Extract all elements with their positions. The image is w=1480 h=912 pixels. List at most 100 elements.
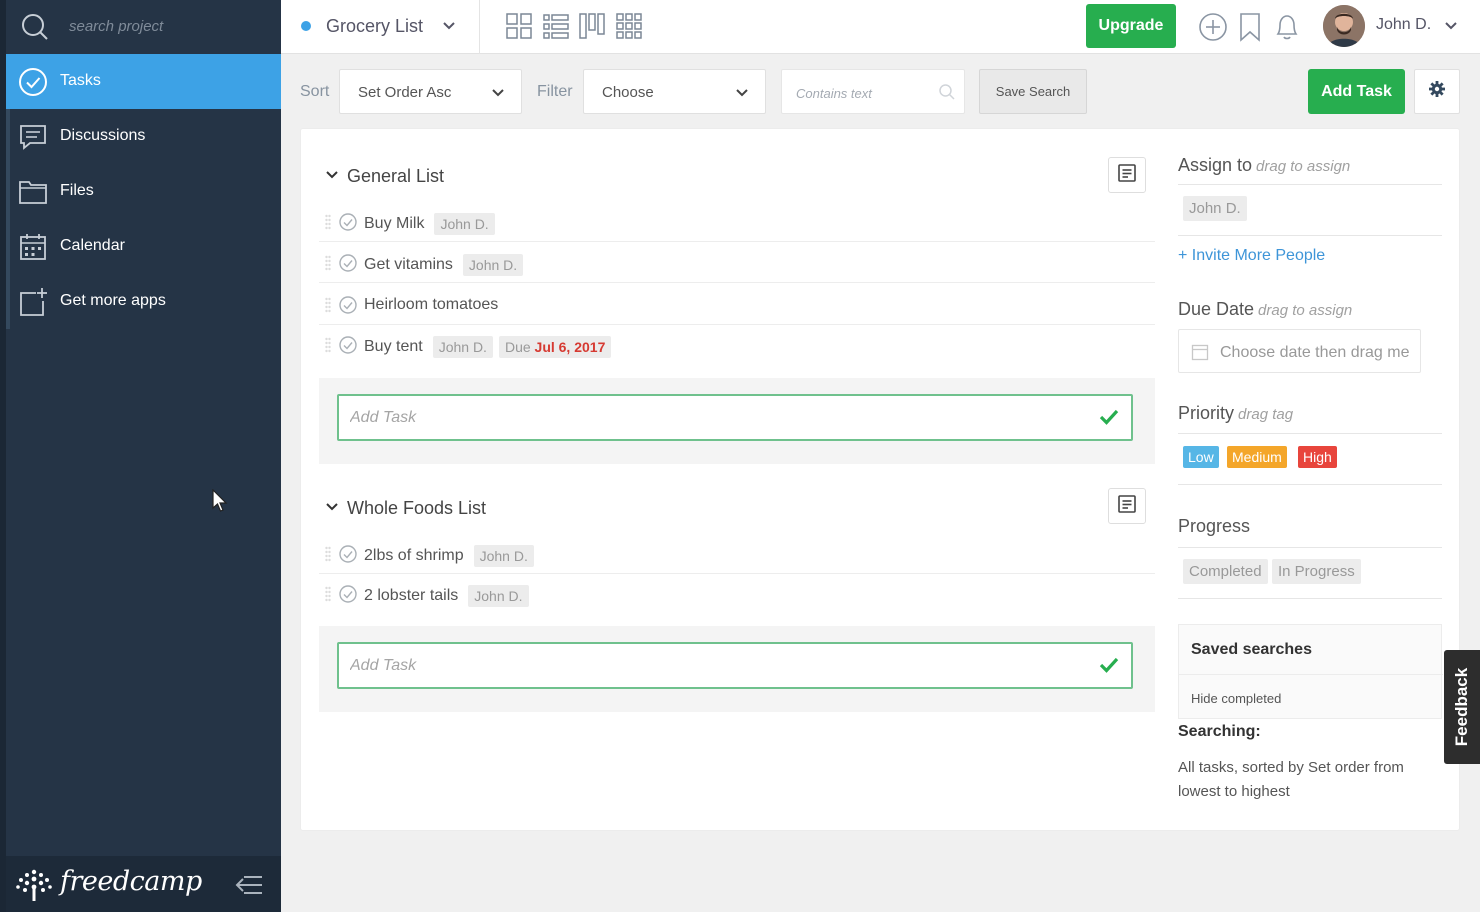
upgrade-button[interactable]: Upgrade xyxy=(1086,4,1176,48)
chevron-down-icon xyxy=(735,86,749,104)
date-picker[interactable]: Choose date then drag me xyxy=(1178,329,1421,373)
list-menu-icon xyxy=(1117,163,1137,188)
task-name[interactable]: Heirloom tomatoes xyxy=(364,296,498,314)
invite-more-people-link[interactable]: + Invite More People xyxy=(1178,247,1325,265)
columns-view-icon[interactable] xyxy=(578,12,606,45)
filter-value: Choose xyxy=(602,84,654,101)
list-header-general[interactable]: General List xyxy=(325,166,444,187)
task-row[interactable]: Buy Milk John D. xyxy=(319,201,1155,242)
task-complete-checkbox[interactable] xyxy=(339,296,357,319)
task-complete-checkbox[interactable] xyxy=(339,254,357,277)
progress-tag-completed[interactable]: Completed xyxy=(1183,559,1268,584)
feedback-tab[interactable]: Feedback xyxy=(1444,650,1480,764)
list-menu-button[interactable] xyxy=(1108,157,1146,193)
assignee-tag[interactable]: John D. xyxy=(468,585,529,607)
task-name[interactable]: Get vitamins xyxy=(364,256,453,274)
draggable-assignee-tag[interactable]: John D. xyxy=(1183,196,1247,221)
task-complete-checkbox[interactable] xyxy=(339,545,357,568)
search-icon xyxy=(20,12,50,47)
add-task-field[interactable] xyxy=(337,394,1133,441)
project-title[interactable]: Grocery List xyxy=(326,16,423,37)
chevron-down-icon[interactable] xyxy=(325,498,339,519)
drag-handle-icon[interactable] xyxy=(325,214,331,235)
divider xyxy=(1178,484,1442,485)
task-name[interactable]: 2lbs of shrimp xyxy=(364,547,464,565)
assignee-tag[interactable]: John D. xyxy=(432,336,493,358)
due-date-heading: Due Date drag to assign xyxy=(1178,299,1352,320)
save-search-button[interactable]: Save Search xyxy=(979,69,1087,114)
priority-title: Priority xyxy=(1178,403,1235,423)
sidebar-item-get-more-apps[interactable]: Get more apps xyxy=(6,274,281,329)
priority-tag-high[interactable]: High xyxy=(1298,446,1337,468)
sort-label: Sort xyxy=(300,83,330,100)
priority-tag-low[interactable]: Low xyxy=(1183,446,1219,468)
due-title: Due Date xyxy=(1178,299,1255,319)
sidebar-item-calendar[interactable]: Calendar xyxy=(6,219,281,274)
add-task-input[interactable] xyxy=(350,656,1050,676)
assignee-tag[interactable]: John D. xyxy=(434,213,495,235)
add-task-input[interactable] xyxy=(350,408,1050,428)
chevron-down-icon[interactable] xyxy=(325,166,339,187)
task-lists-card: General List Buy Milk John D. Get vitamin… xyxy=(300,128,1460,831)
filter-select[interactable]: Choose xyxy=(583,69,766,114)
sort-select[interactable]: Set Order Asc xyxy=(339,69,522,114)
sidebar-item-discussions[interactable]: Discussions xyxy=(6,109,281,164)
checkmark-icon[interactable] xyxy=(1099,656,1119,679)
sidebar-item-label: Files xyxy=(60,182,94,199)
add-task-button[interactable]: Add Task xyxy=(1308,69,1405,114)
board-view-icon[interactable] xyxy=(505,12,533,45)
divider xyxy=(1178,433,1442,434)
searching-description: All tasks, sorted by Set order from lowe… xyxy=(1178,759,1404,800)
collapse-sidebar-icon[interactable] xyxy=(234,874,264,901)
task-row[interactable]: 2lbs of shrimp John D. xyxy=(319,533,1155,574)
list-header-whole-foods[interactable]: Whole Foods List xyxy=(325,498,486,519)
user-name[interactable]: John D. xyxy=(1376,16,1431,34)
drag-handle-icon[interactable] xyxy=(325,546,331,567)
bell-icon[interactable] xyxy=(1273,12,1301,47)
assignee-tag[interactable]: John D. xyxy=(473,545,534,567)
task-complete-checkbox[interactable] xyxy=(339,336,357,359)
calendar-icon xyxy=(1191,343,1209,366)
chat-icon xyxy=(18,122,48,152)
drag-handle-icon[interactable] xyxy=(325,337,331,358)
due-date-tag[interactable]: Due Jul 6, 2017 xyxy=(498,336,612,358)
add-task-field[interactable] xyxy=(337,642,1133,689)
add-task-area xyxy=(319,378,1155,464)
assignee-tag[interactable]: John D. xyxy=(462,254,524,276)
drag-handle-icon[interactable] xyxy=(325,255,331,276)
sidebar-item-label: Calendar xyxy=(60,237,125,254)
priority-tag-medium[interactable]: Medium xyxy=(1227,446,1287,468)
project-search[interactable]: search project xyxy=(6,0,281,53)
task-row[interactable]: Get vitamins John D. xyxy=(319,242,1155,283)
progress-tag-in-progress[interactable]: In Progress xyxy=(1272,559,1361,584)
task-complete-checkbox[interactable] xyxy=(339,585,357,608)
drag-handle-icon[interactable] xyxy=(325,586,331,607)
task-row[interactable]: Buy tent John D. Due Jul 6, 2017 xyxy=(319,324,1155,365)
task-name[interactable]: 2 lobster tails xyxy=(364,587,458,605)
feedback-label: Feedback xyxy=(1452,667,1471,747)
checkmark-icon[interactable] xyxy=(1099,408,1119,431)
sidebar-item-tasks[interactable]: Tasks xyxy=(6,54,281,109)
chevron-down-icon[interactable] xyxy=(441,18,457,39)
project-color-dot xyxy=(301,21,311,31)
list-view-icon[interactable] xyxy=(542,12,570,45)
sidebar-item-files[interactable]: Files xyxy=(6,164,281,219)
task-name[interactable]: Buy Milk xyxy=(364,215,424,233)
drag-handle-icon[interactable] xyxy=(325,297,331,318)
avatar[interactable] xyxy=(1323,5,1365,47)
saved-searches-panel: Saved searches Hide completed xyxy=(1178,624,1443,719)
settings-button[interactable] xyxy=(1414,69,1460,114)
task-complete-checkbox[interactable] xyxy=(339,213,357,236)
task-row[interactable]: Heirloom tomatoes xyxy=(319,284,1155,325)
saved-searches-title: Saved searches xyxy=(1191,641,1312,658)
grid-view-icon[interactable] xyxy=(615,12,643,45)
contains-text-input[interactable] xyxy=(796,83,936,103)
task-name[interactable]: Buy tent xyxy=(364,338,423,356)
task-row[interactable]: 2 lobster tails John D. xyxy=(319,573,1155,614)
contains-text-search[interactable] xyxy=(781,69,965,114)
add-icon[interactable] xyxy=(1198,12,1228,47)
chevron-down-icon[interactable] xyxy=(1444,19,1458,38)
bookmark-icon[interactable] xyxy=(1238,12,1262,47)
list-menu-button[interactable] xyxy=(1108,488,1146,524)
saved-search-item[interactable]: Hide completed xyxy=(1191,691,1281,706)
